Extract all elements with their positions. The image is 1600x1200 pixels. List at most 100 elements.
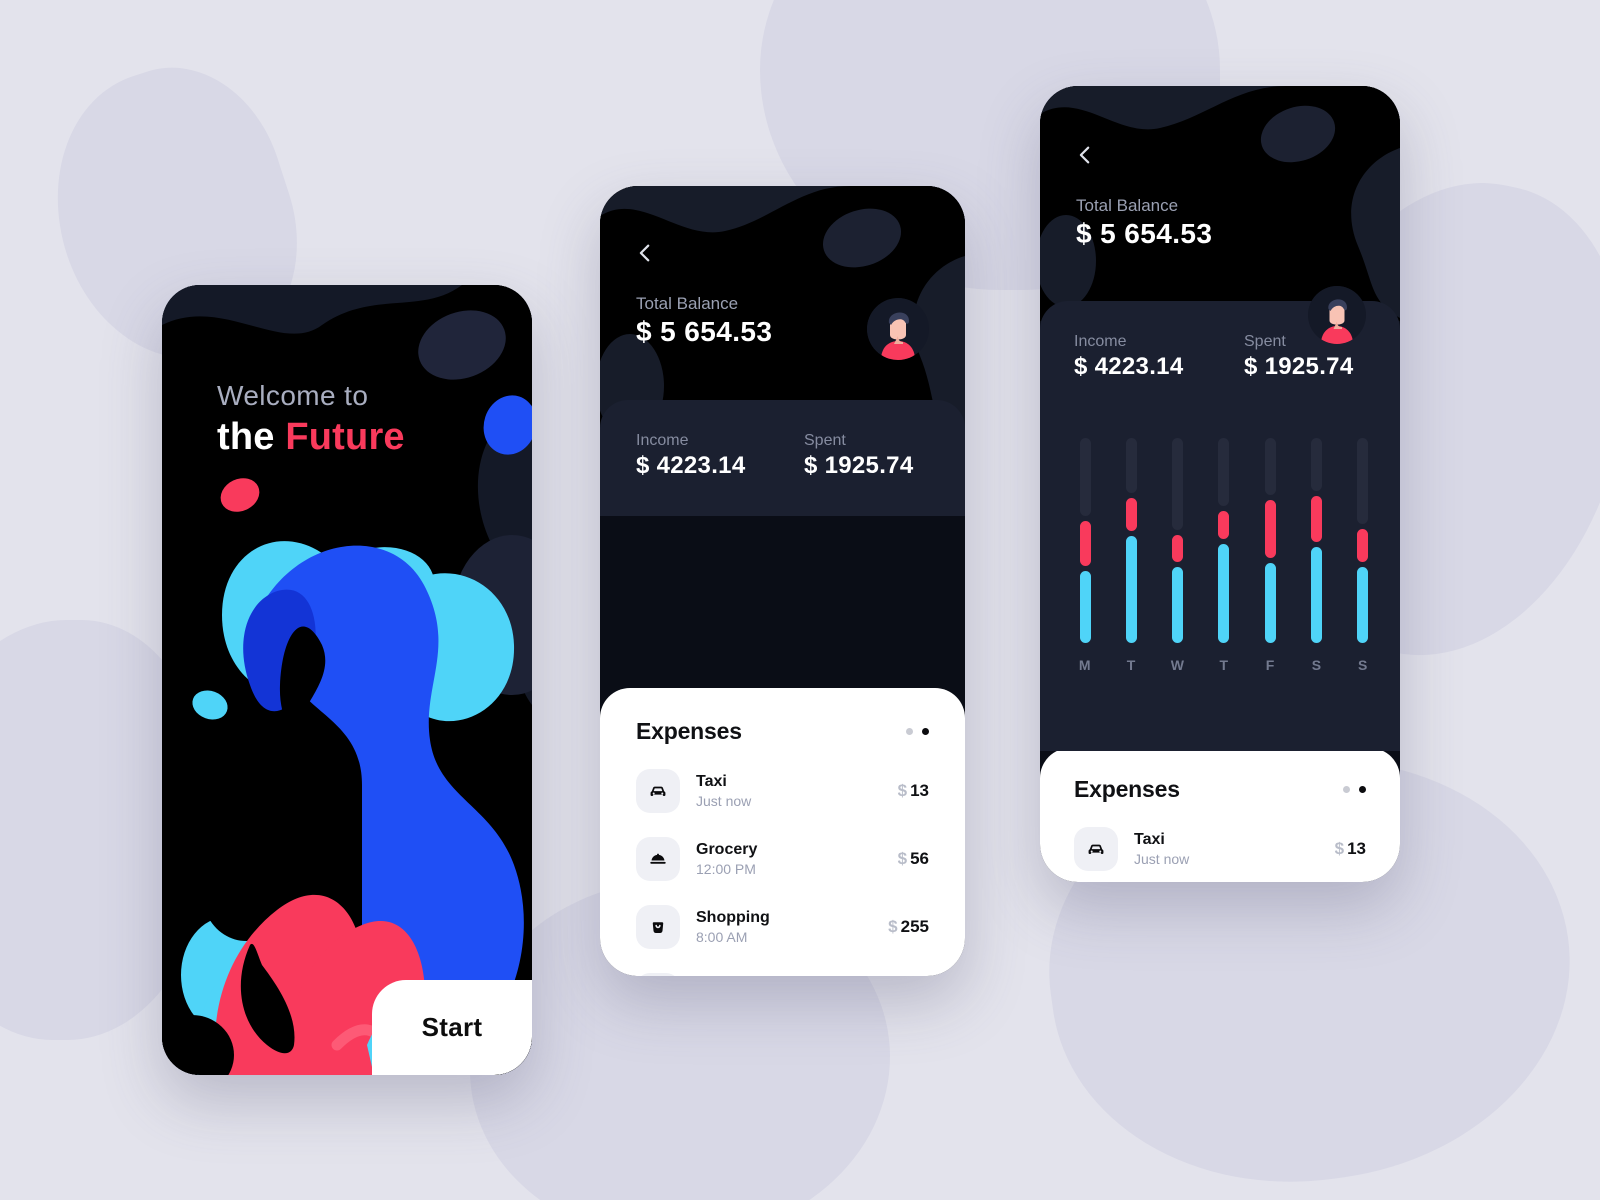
expenses-header: Expenses — [1074, 776, 1366, 803]
back-button[interactable] — [1074, 144, 1096, 166]
user-avatar-icon — [1308, 286, 1366, 344]
food-dome-icon — [636, 837, 680, 881]
list-item[interactable]: Taxi Just now $13 — [1074, 827, 1366, 871]
income-spent-panel: Income $ 4223.14 Spent $ 1925.74 — [600, 400, 965, 516]
pagination-dot[interactable] — [906, 728, 913, 735]
expenses-title: Expenses — [636, 718, 742, 744]
expense-amount: $13 — [898, 781, 929, 801]
chart-bar-stack[interactable] — [1079, 438, 1091, 643]
welcome-word-the: the — [217, 416, 286, 458]
phone-welcome-screen: Welcome to the Future Start — [162, 285, 532, 1075]
pagination-dot-active[interactable] — [922, 728, 929, 735]
weekly-expense-chart: MTWTFSS — [1068, 423, 1380, 673]
expense-title: Shopping — [696, 909, 770, 926]
chart-segment-income — [1172, 566, 1184, 643]
expense-title: Grocery — [696, 841, 758, 858]
total-balance-block: Total Balance $ 5 654.53 — [1076, 196, 1212, 250]
chart-bar-stack[interactable] — [1218, 438, 1230, 643]
chart-segment-spent — [1172, 534, 1184, 562]
chart-segment-income — [1311, 547, 1323, 643]
chart-segment-remaining — [1125, 438, 1137, 493]
expenses-title: Expenses — [1074, 776, 1180, 802]
list-item-text: Taxi Just now — [696, 773, 898, 809]
expense-time: Just now — [696, 793, 752, 809]
chart-segment-remaining — [1311, 438, 1323, 491]
welcome-line-1: Welcome to — [217, 380, 369, 411]
chevron-left-icon — [639, 244, 650, 262]
shopping-bag-icon — [636, 905, 680, 949]
chart-segment-spent — [1125, 497, 1137, 531]
pagination-dot-active[interactable] — [1359, 786, 1366, 793]
list-item[interactable]: Grocery 12:00 PM $56 — [636, 837, 929, 881]
currency-symbol: $ — [897, 781, 908, 800]
total-balance-label: Total Balance — [1076, 196, 1179, 215]
welcome-word-future: Future — [285, 416, 405, 458]
chart-segment-remaining — [1264, 438, 1276, 495]
expense-amount: $255 — [888, 917, 929, 937]
welcome-line-2: the Future — [217, 416, 405, 459]
dumbbell-icon — [636, 973, 680, 976]
expense-time: 8:00 AM — [696, 929, 748, 945]
amount-value: 13 — [1347, 839, 1366, 858]
balance-header: Total Balance $ 5 654.53 — [1040, 86, 1400, 321]
chart-bar-stack[interactable] — [1264, 438, 1276, 643]
chevron-left-icon — [1079, 146, 1090, 164]
expenses-header: Expenses — [636, 718, 929, 745]
list-item[interactable]: Taxi Just now $13 — [636, 769, 929, 813]
list-item[interactable]: Shopping 8:00 AM $255 — [636, 905, 929, 949]
chart-bar-stack[interactable] — [1125, 438, 1137, 643]
chart-column: S — [1300, 438, 1334, 673]
income-value: $ 4223.14 — [1074, 353, 1184, 380]
expenses-list: Taxi Just now $13 Grocery 12:00 PM $56 — [1074, 827, 1366, 882]
expenses-list: Taxi Just now $13 Grocery 12:00 PM $56 — [636, 769, 929, 976]
chart-bar-stack[interactable] — [1311, 438, 1323, 643]
chart-segment-remaining — [1218, 438, 1230, 507]
chart-segment-income — [1218, 543, 1230, 643]
chart-bar-stack[interactable] — [1172, 438, 1184, 643]
chart-day-label: S — [1358, 657, 1368, 673]
avatar[interactable] — [1308, 286, 1366, 344]
chart-bar-stack[interactable] — [1357, 438, 1369, 643]
income-label: Income — [636, 432, 689, 449]
phone-dashboard-screen: Total Balance $ 5 654.53 Income $ 4223.1… — [600, 186, 965, 976]
stat-income: Income $ 4223.14 — [636, 432, 804, 480]
expense-title: Taxi — [696, 773, 727, 790]
chart-segment-income — [1357, 566, 1369, 643]
spent-value: $ 1925.74 — [804, 452, 914, 479]
chart-column: T — [1207, 438, 1241, 673]
expenses-pagination[interactable] — [906, 728, 929, 735]
chart-segment-spent — [1218, 511, 1230, 539]
chart-day-label: S — [1311, 657, 1322, 673]
stat-spent: Spent $ 1925.74 — [804, 432, 913, 480]
chart-segment-income — [1125, 535, 1137, 643]
expenses-pagination[interactable] — [1343, 786, 1366, 793]
amount-value: 13 — [910, 781, 929, 800]
chart-day-label: F — [1265, 657, 1275, 673]
chart-column: S — [1346, 438, 1380, 673]
amount-value: 255 — [900, 917, 929, 936]
total-balance-value: $ 5 654.53 — [1076, 218, 1213, 249]
taxi-icon — [636, 769, 680, 813]
currency-symbol: $ — [1334, 839, 1345, 858]
chart-day-label: T — [1126, 657, 1136, 673]
chart-column: T — [1114, 438, 1148, 673]
user-avatar-icon — [867, 298, 929, 360]
list-item[interactable]: Gym 12.06.19 $32 — [636, 973, 929, 976]
list-item-text: Taxi Just now — [1134, 831, 1335, 867]
total-balance-label: Total Balance — [636, 294, 739, 313]
chart-segment-income — [1264, 563, 1276, 643]
avatar[interactable] — [867, 298, 929, 360]
chart-segment-remaining — [1172, 438, 1184, 530]
pagination-dot[interactable] — [1343, 786, 1350, 793]
income-value: $ 4223.14 — [636, 452, 746, 479]
start-button[interactable]: Start — [372, 980, 532, 1075]
expense-amount: $13 — [1335, 839, 1366, 859]
statistics-panel: Income $ 4223.14 Spent $ 1925.74 MTWTFSS — [1040, 301, 1400, 751]
taxi-icon — [1074, 827, 1118, 871]
back-button[interactable] — [634, 242, 656, 264]
amount-value: 56 — [910, 849, 929, 868]
currency-symbol: $ — [888, 917, 898, 936]
spent-value: $ 1925.74 — [1244, 353, 1354, 380]
expense-title: Taxi — [1134, 831, 1165, 848]
chart-segment-spent — [1311, 495, 1323, 543]
